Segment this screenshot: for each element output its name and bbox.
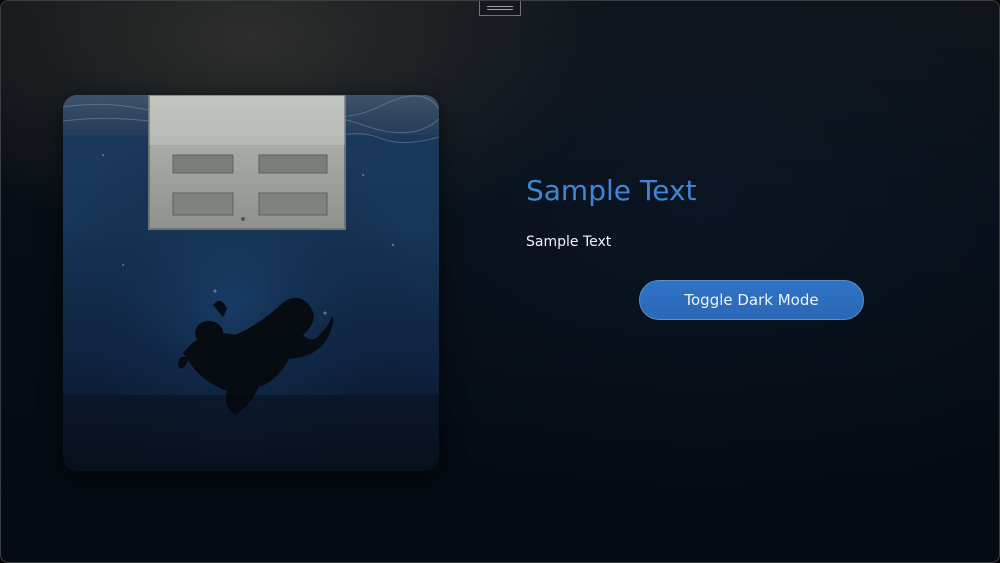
album-artwork: [63, 95, 439, 471]
app-window: Sample Text Sample Text Toggle Dark Mode: [0, 0, 1000, 563]
artwork-image: [63, 95, 439, 471]
content-panel: Sample Text Sample Text: [526, 171, 946, 251]
toggle-dark-mode-button[interactable]: Toggle Dark Mode: [639, 280, 864, 320]
body-text: Sample Text: [526, 234, 612, 250]
drag-handle-icon[interactable]: [479, 1, 521, 16]
page-title: Sample Text: [526, 174, 697, 207]
